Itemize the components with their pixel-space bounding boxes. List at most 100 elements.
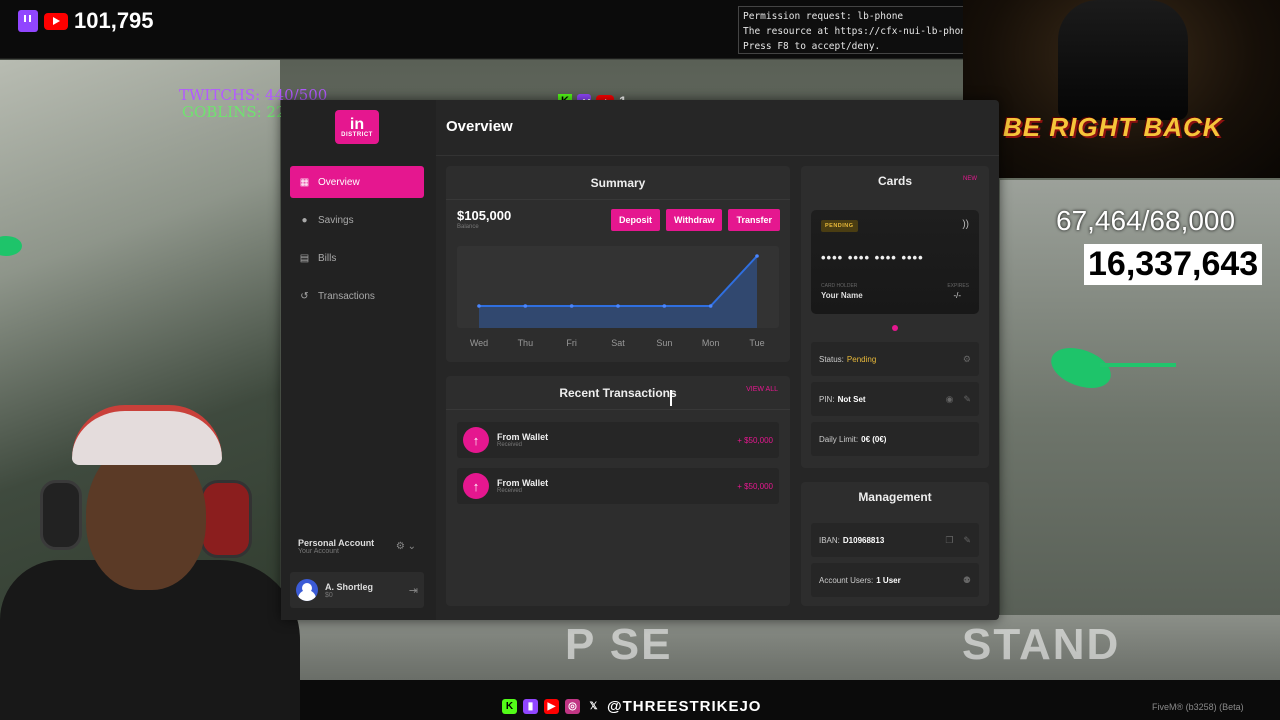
gear-icon[interactable]: ⚙ bbox=[963, 354, 971, 365]
user-profile: A. Shortleg $0 ⇥ bbox=[290, 572, 424, 608]
chart-tick-label: Sat bbox=[611, 338, 625, 348]
transaction-amount: + $50,000 bbox=[737, 435, 773, 445]
new-card-link[interactable]: NEW bbox=[963, 176, 977, 182]
account-users-row: Account Users: 1 User ⚉ bbox=[811, 563, 979, 597]
chair-image bbox=[1058, 0, 1188, 120]
fivem-version: FiveM® (b3258) (Beta) bbox=[1152, 702, 1244, 712]
chart-tick-label: Sun bbox=[656, 338, 672, 348]
withdraw-button[interactable]: Withdraw bbox=[666, 209, 723, 231]
pin-value: Not Set bbox=[837, 394, 866, 404]
card-limit-row: Daily Limit: 0€ (0€) bbox=[811, 422, 979, 456]
account-switcher[interactable]: Personal Account Your Account ⚙ ⌄ bbox=[290, 528, 424, 564]
chart-tick-label: Mon bbox=[702, 338, 720, 348]
transaction-amount: + $50,000 bbox=[737, 481, 773, 491]
transaction-sub: Received bbox=[497, 442, 523, 448]
management-card: Management IBAN: D10968813 ❐ ✎ Account Us… bbox=[801, 482, 989, 606]
sidebar-item-transactions[interactable]: ↺ Transactions bbox=[290, 280, 424, 312]
sidebar-nav: ▦ Overview ● Savings ▤ Bills ↺ Transacti… bbox=[290, 166, 424, 318]
chart-point bbox=[569, 304, 574, 308]
permission-request: Permission request: lb-phone The resourc… bbox=[738, 6, 964, 54]
logout-icon[interactable]: ⇥ bbox=[409, 584, 418, 597]
chart-point bbox=[708, 304, 713, 308]
viewer-counter: 101,795 bbox=[18, 8, 154, 34]
arrow-up-icon: ↑ bbox=[463, 473, 489, 499]
deposit-button[interactable]: Deposit bbox=[611, 209, 661, 231]
transfer-button[interactable]: Transfer bbox=[728, 209, 780, 231]
chart-tick-label: Wed bbox=[470, 338, 488, 348]
chart-point bbox=[755, 254, 759, 258]
transaction-label: From Wallet bbox=[497, 432, 549, 442]
management-title: Management bbox=[858, 490, 932, 504]
edit-icon[interactable]: ✎ bbox=[963, 535, 971, 546]
kick-icon: K bbox=[502, 699, 517, 714]
status-badge: PENDING bbox=[821, 220, 858, 232]
chart-tick-label: Thu bbox=[518, 338, 534, 348]
summary-actions: Deposit Withdraw Transfer bbox=[611, 209, 780, 231]
iban-value: D10968813 bbox=[842, 535, 885, 545]
sidebar-item-overview[interactable]: ▦ Overview bbox=[290, 166, 424, 198]
logo-text: in bbox=[349, 115, 365, 133]
transaction-label: From Wallet bbox=[497, 478, 549, 488]
contactless-icon: )) bbox=[962, 219, 969, 230]
users-label: Account Users: bbox=[819, 575, 874, 585]
list-item[interactable]: ↑ From Wallet Received + $50,000 bbox=[457, 422, 779, 458]
youtube-icon: ▶ bbox=[544, 699, 559, 714]
balance-chart: Wed Thu Fri Sat Sun Mon Tue bbox=[457, 246, 779, 348]
scene-green-stick bbox=[1100, 363, 1176, 367]
brb-text: BE RIGHT BACK bbox=[1003, 112, 1223, 142]
document-icon: ▤ bbox=[299, 252, 310, 264]
user-name: A. Shortleg bbox=[325, 581, 374, 592]
youtube-icon bbox=[44, 12, 68, 30]
history-icon: ↺ bbox=[300, 290, 309, 302]
list-item[interactable]: ↑ From Wallet Received + $50,000 bbox=[457, 468, 779, 504]
card-holder: Your Name bbox=[821, 291, 863, 300]
recent-transactions-card: Recent Transactions VIEW ALL ↑ From Wall… bbox=[446, 376, 790, 606]
copy-icon[interactable]: ❐ bbox=[945, 535, 953, 546]
chart-tick-label: Tue bbox=[749, 338, 764, 348]
sidebar-item-bills[interactable]: ▤ Bills bbox=[290, 242, 424, 274]
banking-app: in DISTRICT ▦ Overview ● Savings ▤ Bills… bbox=[281, 100, 999, 620]
webcam-cap bbox=[72, 405, 222, 465]
chart-point bbox=[616, 304, 620, 308]
iban-row: IBAN: D10968813 ❐ ✎ bbox=[811, 523, 979, 557]
floor-text-pose: P SE bbox=[565, 620, 673, 669]
twitch-icon bbox=[18, 10, 38, 32]
logo-sub: DISTRICT bbox=[341, 131, 373, 138]
cards-title: Cards bbox=[877, 174, 912, 188]
goal-counter: 67,464/68,000 bbox=[1056, 205, 1236, 236]
chart-point bbox=[523, 304, 528, 308]
balance-value: $105,000 bbox=[457, 208, 512, 223]
eye-icon[interactable]: ◉ bbox=[946, 394, 954, 405]
card-expires: -/- bbox=[953, 291, 961, 300]
edit-icon[interactable]: ✎ bbox=[963, 394, 971, 405]
sidebar-item-label: Overview bbox=[318, 176, 360, 188]
twitch-icon: ▮ bbox=[523, 699, 538, 714]
sidebar-item-label: Savings bbox=[318, 214, 354, 226]
avatar bbox=[296, 579, 318, 601]
sidebar: in DISTRICT ▦ Overview ● Savings ▤ Bills… bbox=[281, 100, 436, 620]
limit-label: Daily Limit: bbox=[819, 434, 859, 444]
gear-icon[interactable]: ⚙ ⌄ bbox=[396, 541, 416, 552]
total-counter: 16,337,643 bbox=[1084, 244, 1263, 285]
carousel-dot[interactable] bbox=[892, 325, 898, 331]
scene-floor bbox=[280, 615, 1280, 680]
social-handle: @THREESTRIKEJO bbox=[607, 698, 762, 715]
text-cursor bbox=[670, 390, 672, 406]
limit-value: 0€ (0€) bbox=[861, 434, 887, 444]
card-number: •••• •••• •••• •••• bbox=[821, 250, 924, 265]
x-icon: 𝕏 bbox=[589, 701, 598, 712]
title-divider bbox=[436, 155, 999, 156]
floor-text-stand: STAND bbox=[962, 620, 1121, 669]
view-all-link[interactable]: VIEW ALL bbox=[746, 386, 778, 393]
add-user-icon[interactable]: ⚉ bbox=[963, 575, 971, 586]
status-label: Status: bbox=[819, 354, 844, 364]
bank-card[interactable]: PENDING )) •••• •••• •••• •••• CARD HOLD… bbox=[811, 210, 979, 314]
sidebar-item-savings[interactable]: ● Savings bbox=[290, 204, 424, 236]
brb-panel: BE RIGHT BACK bbox=[963, 0, 1280, 178]
iban-label: IBAN: bbox=[819, 535, 840, 545]
account-sub: Your Account bbox=[298, 547, 339, 555]
arrow-up-icon: ↑ bbox=[463, 427, 489, 453]
balance-label: Balance bbox=[457, 224, 479, 230]
status-value: Pending bbox=[846, 354, 877, 364]
card-pin-row: PIN: Not Set ◉ ✎ bbox=[811, 382, 979, 416]
